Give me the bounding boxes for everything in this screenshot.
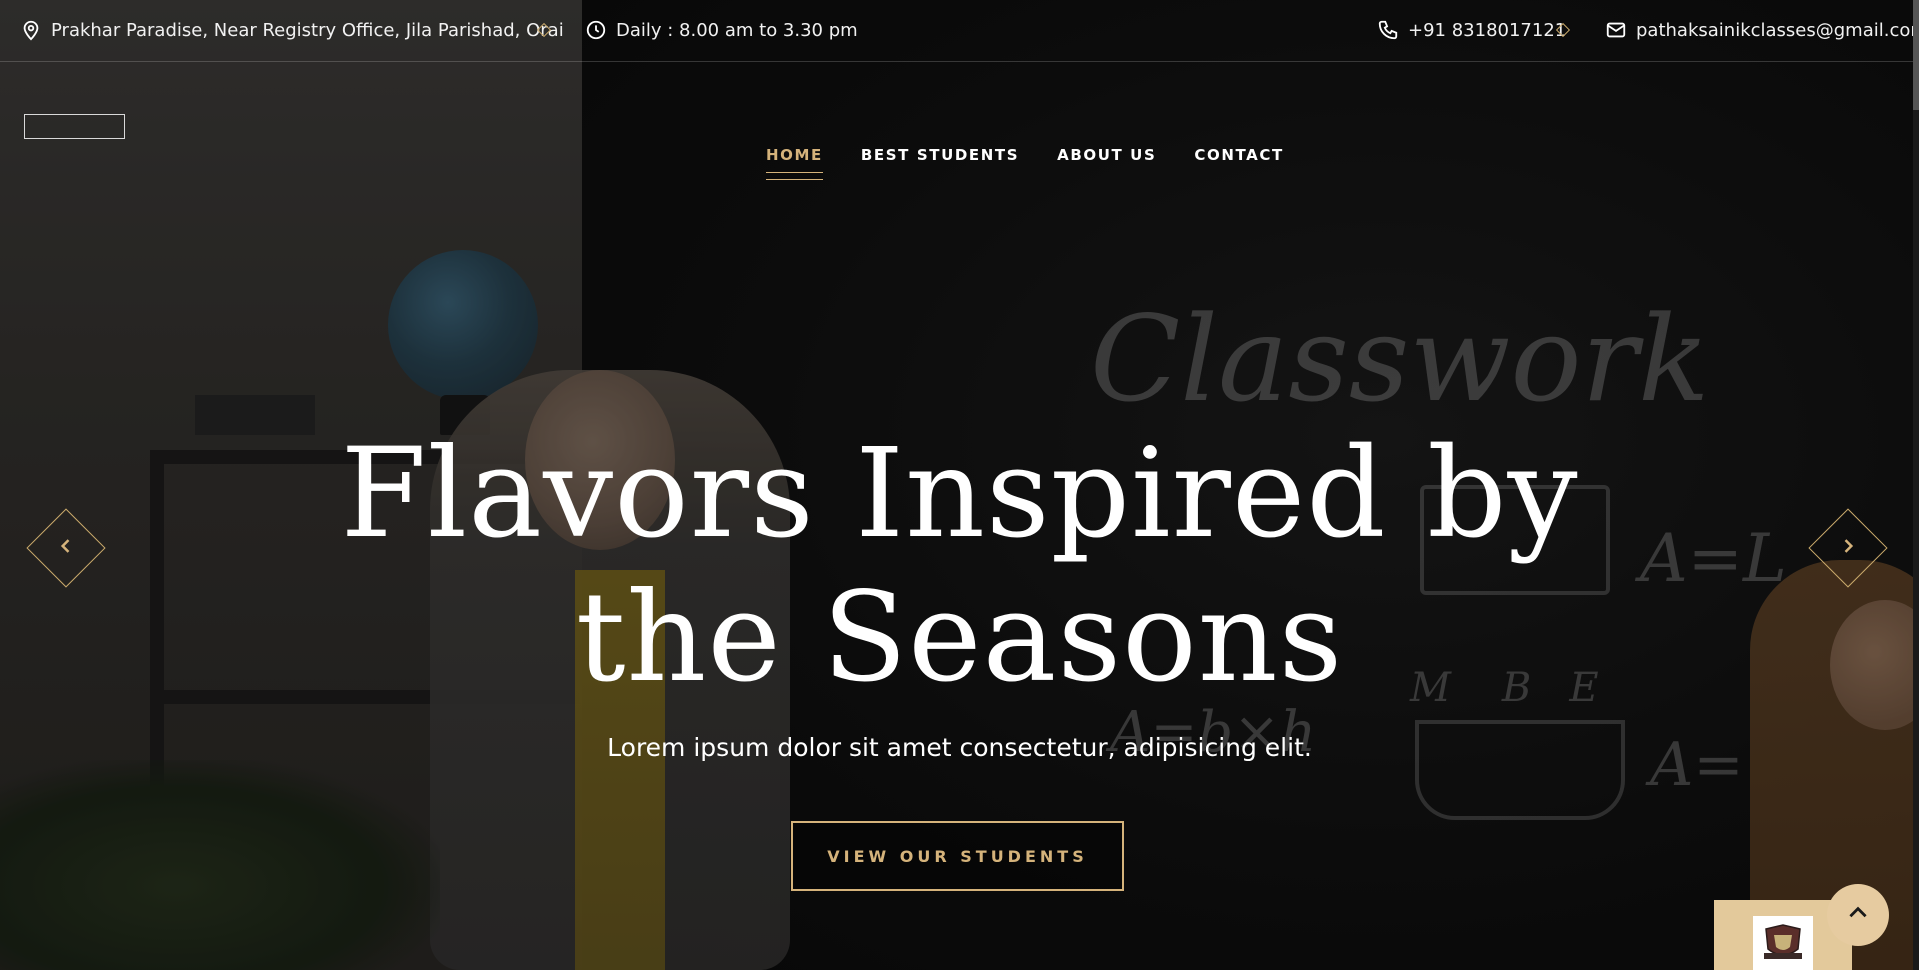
phone-info[interactable]: +91 8318017121 (1377, 19, 1566, 41)
nav-home[interactable]: HOME (766, 146, 823, 180)
email-text[interactable]: pathaksainikclasses@gmail.com (1636, 20, 1919, 41)
email-info[interactable]: pathaksainikclasses@gmail.com (1605, 19, 1919, 41)
hours-text: Daily : 8.00 am to 3.30 pm (616, 19, 858, 41)
nav-best-students[interactable]: BEST STUDENTS (861, 146, 1019, 164)
hours-info: Daily : 8.00 am to 3.30 pm (585, 19, 858, 41)
map-pin-icon (20, 19, 42, 41)
chevron-left-icon (56, 536, 76, 560)
scrollbar-thumb[interactable] (1913, 0, 1919, 110)
top-info-bar: Prakhar Paradise, Near Registry Office, … (0, 0, 1919, 62)
hero-subtitle: Lorem ipsum dolor sit amet consectetur, … (607, 733, 1312, 762)
hero-headline: Flavors Inspired by the Seasons (280, 422, 1639, 710)
view-our-students-button[interactable]: VIEW OUR STUDENTS (791, 821, 1124, 891)
phone-icon (1377, 19, 1399, 41)
hero-slider: Classwork A=L A= A=b×h M B E Prakhar Par… (0, 0, 1919, 970)
headline-line-1: Flavors Inspired by (340, 422, 1579, 566)
headline-line-2: the Seasons (575, 566, 1344, 710)
chevron-right-icon (1838, 536, 1858, 560)
address-info: Prakhar Paradise, Near Registry Office, … (20, 19, 564, 41)
back-to-top-button[interactable] (1827, 884, 1889, 946)
main-navigation: HOME BEST STUDENTS ABOUT US CONTACT (766, 146, 1322, 180)
address-text: Prakhar Paradise, Near Registry Office, … (51, 19, 564, 41)
clock-icon (585, 19, 607, 41)
nav-contact[interactable]: CONTACT (1194, 146, 1283, 164)
shield-emblem-icon (1764, 924, 1802, 959)
nav-about-us[interactable]: ABOUT US (1057, 146, 1156, 164)
phone-text[interactable]: +91 8318017121 (1408, 20, 1566, 41)
site-logo[interactable] (24, 114, 125, 139)
badge-emblem (1753, 916, 1813, 970)
page-scrollbar[interactable] (1913, 0, 1919, 970)
chevron-up-icon (1845, 900, 1871, 930)
mail-icon (1605, 19, 1627, 41)
